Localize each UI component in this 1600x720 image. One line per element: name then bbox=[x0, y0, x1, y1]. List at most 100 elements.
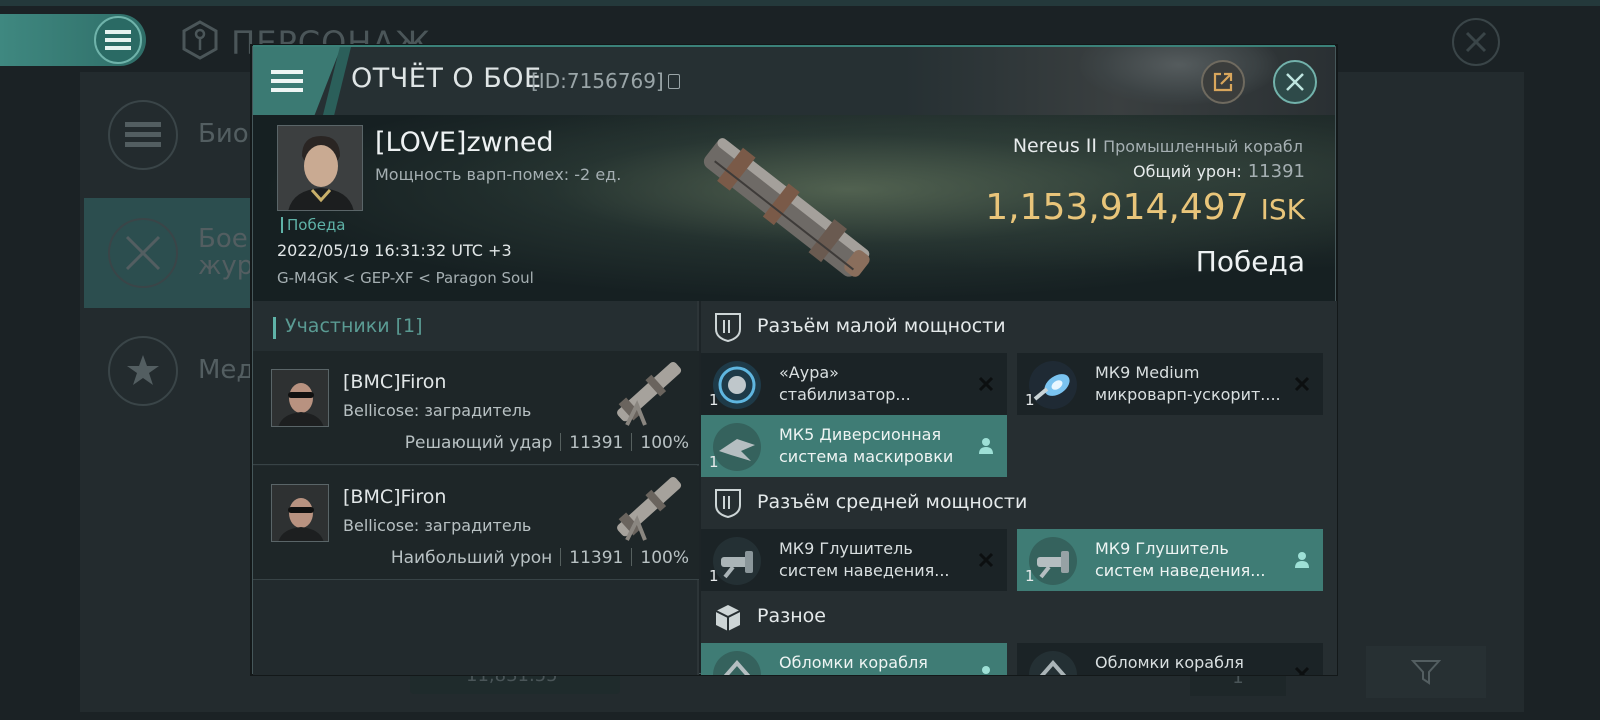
close-icon bbox=[1465, 31, 1487, 53]
participants-header: Участники [1] bbox=[253, 301, 697, 351]
participant-damage: 11391 bbox=[569, 433, 624, 453]
low-slot-title: Разъём малой мощности bbox=[757, 315, 1006, 337]
misc-header: Разное bbox=[701, 591, 1337, 643]
module-name-line1: МК9 Глушитель bbox=[779, 539, 913, 558]
dropped-person-icon bbox=[975, 435, 997, 457]
module-item[interactable]: Обломки корабля bbox=[1017, 643, 1323, 675]
isk-amount: 1,153,914,497 bbox=[985, 187, 1249, 228]
microwarpdrive-icon bbox=[1029, 361, 1077, 409]
module-quantity: 1 bbox=[1025, 391, 1035, 409]
victim-portrait[interactable] bbox=[277, 125, 363, 211]
stabilizer-icon bbox=[713, 361, 761, 409]
character-icon bbox=[182, 20, 218, 60]
module-name-line2: система маскировки bbox=[779, 447, 954, 466]
page-close-button[interactable] bbox=[1452, 18, 1500, 66]
copy-icon[interactable] bbox=[667, 74, 680, 89]
module-name-line2: микроварп-ускорит.... bbox=[1095, 385, 1281, 404]
module-quantity: 1 bbox=[1025, 567, 1035, 585]
total-damage-value: 11391 bbox=[1247, 161, 1305, 182]
module-name-line1: «Аура» bbox=[779, 363, 839, 382]
wreck-icon bbox=[1029, 651, 1077, 675]
participants-title: Участники [1] bbox=[285, 315, 423, 337]
top-strip bbox=[0, 0, 1600, 6]
module-item[interactable]: 1 МК9 Глушитель систем наведения... bbox=[1017, 529, 1323, 591]
dialog-close-button[interactable] bbox=[1273, 60, 1317, 104]
jammer-icon bbox=[1029, 537, 1077, 585]
module-name-line1: МК9 Глушитель bbox=[1095, 539, 1229, 558]
filter-icon bbox=[1411, 660, 1441, 685]
isk-value: 1,153,914,497 ISK bbox=[985, 187, 1305, 228]
avatar[interactable] bbox=[271, 369, 329, 427]
hamburger-icon bbox=[105, 30, 131, 50]
avatar bbox=[278, 126, 362, 210]
destroyed-icon bbox=[975, 373, 997, 395]
participants-panel: Участники [1] [BMC]Firon Bellicose: загр… bbox=[253, 301, 699, 675]
participant-percent: 100% bbox=[640, 548, 689, 568]
victim-status-badge: Победа bbox=[281, 217, 346, 233]
low-slot-header: Разъём малой мощности bbox=[701, 301, 1337, 353]
module-item[interactable]: Обломки корабля bbox=[701, 643, 1007, 675]
module-name-line2: систем наведения... bbox=[1095, 561, 1266, 580]
share-button[interactable] bbox=[1201, 60, 1245, 104]
battle-report-dialog: ОТЧЁТ О БОЕ [ID:7156769] [LOVE]zwned Мощ… bbox=[252, 45, 1337, 675]
misc-title: Разное bbox=[757, 605, 826, 627]
main-menu-button[interactable] bbox=[94, 16, 142, 64]
participant-role: Решающий удар bbox=[404, 433, 553, 453]
dropped-person-icon bbox=[1291, 549, 1313, 571]
dialog-title: ОТЧЁТ О БОЕ bbox=[351, 63, 542, 94]
participant-row[interactable]: [BMC]Firon Bellicose: заградитель Решающ… bbox=[253, 351, 699, 465]
filter-button[interactable] bbox=[1366, 646, 1486, 698]
participant-role: Наибольший урон bbox=[390, 548, 553, 568]
victim-ship-name[interactable]: Nereus II Промышленный корабл bbox=[1013, 135, 1303, 157]
mid-slot-icon bbox=[715, 489, 741, 519]
jammer-icon bbox=[713, 537, 761, 585]
destroyed-icon bbox=[1291, 373, 1313, 395]
ship-class-text: Промышленный корабл bbox=[1103, 137, 1303, 156]
victim-ship-image[interactable] bbox=[681, 117, 891, 299]
participant-row[interactable]: [BMC]Firon Bellicose: заградитель Наибол… bbox=[253, 466, 699, 580]
ship-name-text: Nereus II bbox=[1012, 135, 1098, 157]
total-damage: Общий урон: 11391 bbox=[1133, 161, 1305, 182]
participant-name: [BMC]Firon bbox=[343, 486, 447, 508]
module-name-line1: Обломки корабля bbox=[779, 653, 928, 672]
list-icon bbox=[108, 100, 178, 170]
victim-location[interactable]: G-M4GK < GEP-XF < Paragon Soul bbox=[277, 269, 534, 287]
cargo-box-icon bbox=[715, 605, 741, 631]
victim-warp-strength: Мощность варп-помех: -2 ед. bbox=[375, 165, 622, 184]
participant-ship: Bellicose: заградитель bbox=[343, 401, 532, 420]
module-name-line2: систем наведения... bbox=[779, 561, 950, 580]
total-damage-label: Общий урон: bbox=[1133, 162, 1242, 181]
module-item[interactable]: 1 МК9 Глушитель систем наведения... bbox=[701, 529, 1007, 591]
module-item[interactable]: 1 МК9 Medium микроварп-ускорит.... bbox=[1017, 353, 1323, 415]
victim-panel: [LOVE]zwned Мощность варп-помех: -2 ед. … bbox=[253, 115, 1335, 301]
module-quantity: 1 bbox=[709, 391, 719, 409]
participant-ship-image bbox=[617, 476, 682, 541]
participant-ship: Bellicose: заградитель bbox=[343, 516, 532, 535]
module-quantity: 1 bbox=[709, 567, 719, 585]
report-id[interactable]: [ID:7156769] bbox=[531, 69, 680, 93]
dropped-person-icon bbox=[975, 663, 997, 675]
battle-result: Победа bbox=[1195, 245, 1305, 278]
mid-slot-header: Разъём средней мощности bbox=[701, 477, 1337, 529]
module-name-line1: МК9 Medium bbox=[1095, 363, 1200, 382]
participant-stats: Решающий удар 11391 100% bbox=[405, 433, 689, 453]
header-accent-bar bbox=[273, 317, 276, 339]
fittings-panel: Разъём малой мощности 1 «Аура» стабилиза… bbox=[701, 301, 1337, 675]
report-id-text: [ID:7156769] bbox=[531, 69, 664, 93]
low-slot-icon bbox=[715, 313, 741, 343]
wreck-icon bbox=[713, 651, 761, 675]
cloaking-device-icon bbox=[713, 423, 761, 471]
hamburger-icon bbox=[271, 70, 303, 92]
module-item[interactable]: 1 «Аура» стабилизатор... bbox=[701, 353, 1007, 415]
isk-unit: ISK bbox=[1260, 193, 1305, 226]
participant-ship-image bbox=[617, 361, 682, 426]
participant-stats: Наибольший урон 11391 100% bbox=[391, 548, 689, 568]
module-item[interactable]: 1 МК5 Диверсионная система маскировки bbox=[701, 415, 1007, 477]
close-icon bbox=[1286, 73, 1304, 91]
medal-star-icon bbox=[108, 336, 178, 406]
victim-name[interactable]: [LOVE]zwned bbox=[375, 127, 554, 158]
module-name-line1: Обломки корабля bbox=[1095, 653, 1244, 672]
module-name-line1: МК5 Диверсионная bbox=[779, 425, 942, 444]
avatar[interactable] bbox=[271, 484, 329, 542]
participant-name: [BMC]Firon bbox=[343, 371, 447, 393]
